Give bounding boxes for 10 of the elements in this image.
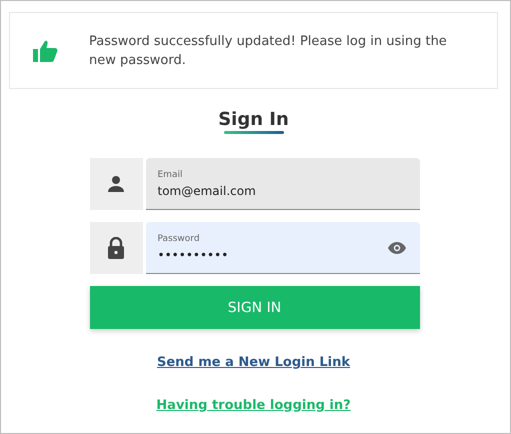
thumbs-up-icon	[32, 38, 58, 62]
email-field[interactable]: Email tom@email.com	[146, 158, 420, 210]
sign-in-heading: Sign In	[218, 109, 289, 131]
heading-underline	[224, 131, 284, 134]
person-icon-box	[90, 158, 142, 210]
lock-icon-box	[90, 222, 142, 274]
link[interactable]: Send me a New Login Link	[156, 352, 350, 373]
eye-icon[interactable]	[388, 242, 406, 254]
password-field[interactable]: Password ••••••••••	[146, 222, 420, 274]
alert-message: Password successfully updated! Please log in using the new password.	[89, 32, 448, 70]
